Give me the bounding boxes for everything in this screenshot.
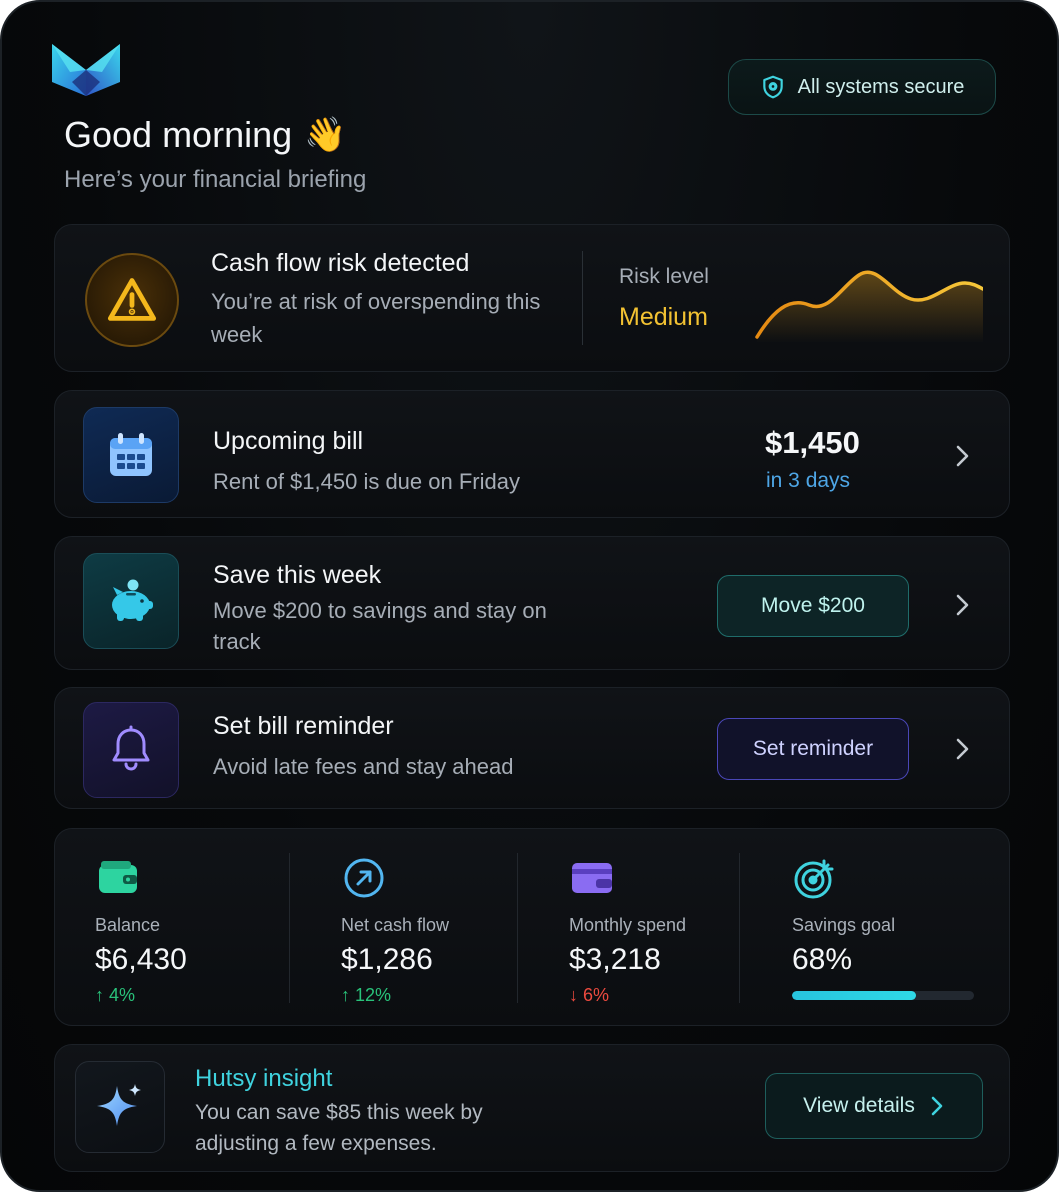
bill-title: Upcoming bill — [213, 427, 364, 455]
stat-change: ↓ 6% — [569, 985, 610, 1005]
divider — [517, 853, 518, 1003]
risk-title: Cash flow risk detected — [211, 249, 470, 277]
insight-title: Hutsy insight — [195, 1065, 333, 1092]
stat-change: ↑ 4% — [95, 985, 136, 1005]
hutsy-insight-card[interactable]: Hutsy insight You can save $85 this week… — [54, 1044, 1010, 1172]
app-window: All systems secure Good morning 👋 Here’s… — [0, 0, 1059, 1192]
card-icon — [572, 863, 612, 893]
warning-icon-badge — [85, 253, 179, 347]
risk-description: You’re at risk of overspending this week — [211, 289, 541, 347]
risk-trend-sparkline — [755, 270, 983, 343]
bell-icon — [112, 725, 150, 771]
bell-tile — [83, 702, 179, 798]
risk-level-value: Medium — [619, 303, 708, 331]
calendar-tile — [83, 407, 179, 503]
save-this-week-card[interactable]: Save this week Move $200 to savings and … — [54, 536, 1010, 670]
arrow-up-right-circle-icon — [344, 858, 384, 898]
bill-reminder-card[interactable]: Set bill reminder Avoid late fees and st… — [54, 687, 1010, 809]
savings-goal-progress-bar — [792, 991, 974, 1000]
bill-amount: $1,450 — [765, 425, 860, 460]
security-status-badge[interactable]: All systems secure — [728, 59, 996, 115]
financial-stats-card: Balance $6,430 ↑ 4% Net cash flow $1,286… — [54, 828, 1010, 1026]
security-status-label: All systems secure — [797, 75, 965, 98]
wallet-icon — [99, 861, 137, 893]
save-title: Save this week — [213, 561, 382, 589]
stat-label: Monthly spend — [569, 915, 687, 935]
stat-label: Net cash flow — [341, 915, 450, 935]
cash-flow-risk-card[interactable]: Cash flow risk detected You’re at risk o… — [54, 224, 1010, 372]
divider — [739, 853, 740, 1003]
reminder-description: Avoid late fees and stay ahead — [213, 754, 514, 779]
greeting-text: Good morning — [64, 114, 293, 155]
reminder-title: Set bill reminder — [213, 712, 394, 740]
piggy-bank-tile — [83, 553, 179, 649]
chevron-right-icon[interactable] — [951, 736, 973, 762]
insight-description: You can save $85 this week by adjusting … — [195, 1101, 483, 1155]
wave-emoji: 👋 — [304, 116, 347, 154]
divider — [289, 853, 290, 1003]
stat-label: Balance — [95, 915, 161, 935]
sparkle-tile — [75, 1061, 165, 1153]
save-description: Move $200 to savings and stay on track — [213, 598, 547, 654]
stat-change: ↑ 12% — [341, 985, 392, 1005]
set-reminder-button[interactable]: Set reminder — [717, 718, 909, 780]
upcoming-bill-card[interactable]: Upcoming bill Rent of $1,450 is due on F… — [54, 390, 1010, 518]
stat-value: $3,218 — [569, 943, 661, 976]
divider — [582, 251, 583, 345]
piggy-bank-icon — [112, 579, 153, 621]
bill-due-date: in 3 days — [766, 469, 851, 492]
risk-level-label: Risk level — [619, 265, 709, 288]
stat-value: $6,430 — [95, 943, 187, 976]
hutsy-logo — [52, 44, 120, 96]
view-details-label: View details — [803, 1094, 915, 1117]
sparkle-icon — [97, 1084, 141, 1126]
target-icon — [794, 859, 834, 899]
shield-check-icon — [762, 75, 783, 99]
calendar-icon — [110, 433, 152, 476]
move-to-savings-button[interactable]: Move $200 — [717, 575, 909, 637]
view-details-button[interactable]: View details — [765, 1073, 983, 1139]
bill-description: Rent of $1,450 is due on Friday — [213, 469, 520, 494]
greeting-heading: Good morning 👋 — [64, 114, 346, 156]
briefing-subtitle: Here’s your financial briefing — [64, 166, 367, 193]
chevron-right-icon — [931, 1096, 943, 1116]
stat-value: $1,286 — [341, 943, 433, 976]
chevron-right-icon[interactable] — [951, 592, 973, 618]
chevron-right-icon[interactable] — [951, 443, 973, 469]
warning-icon — [107, 278, 157, 321]
stat-label: Savings goal — [792, 915, 896, 935]
stat-value: 68% — [792, 943, 853, 976]
savings-goal-progress-fill — [792, 991, 916, 1000]
